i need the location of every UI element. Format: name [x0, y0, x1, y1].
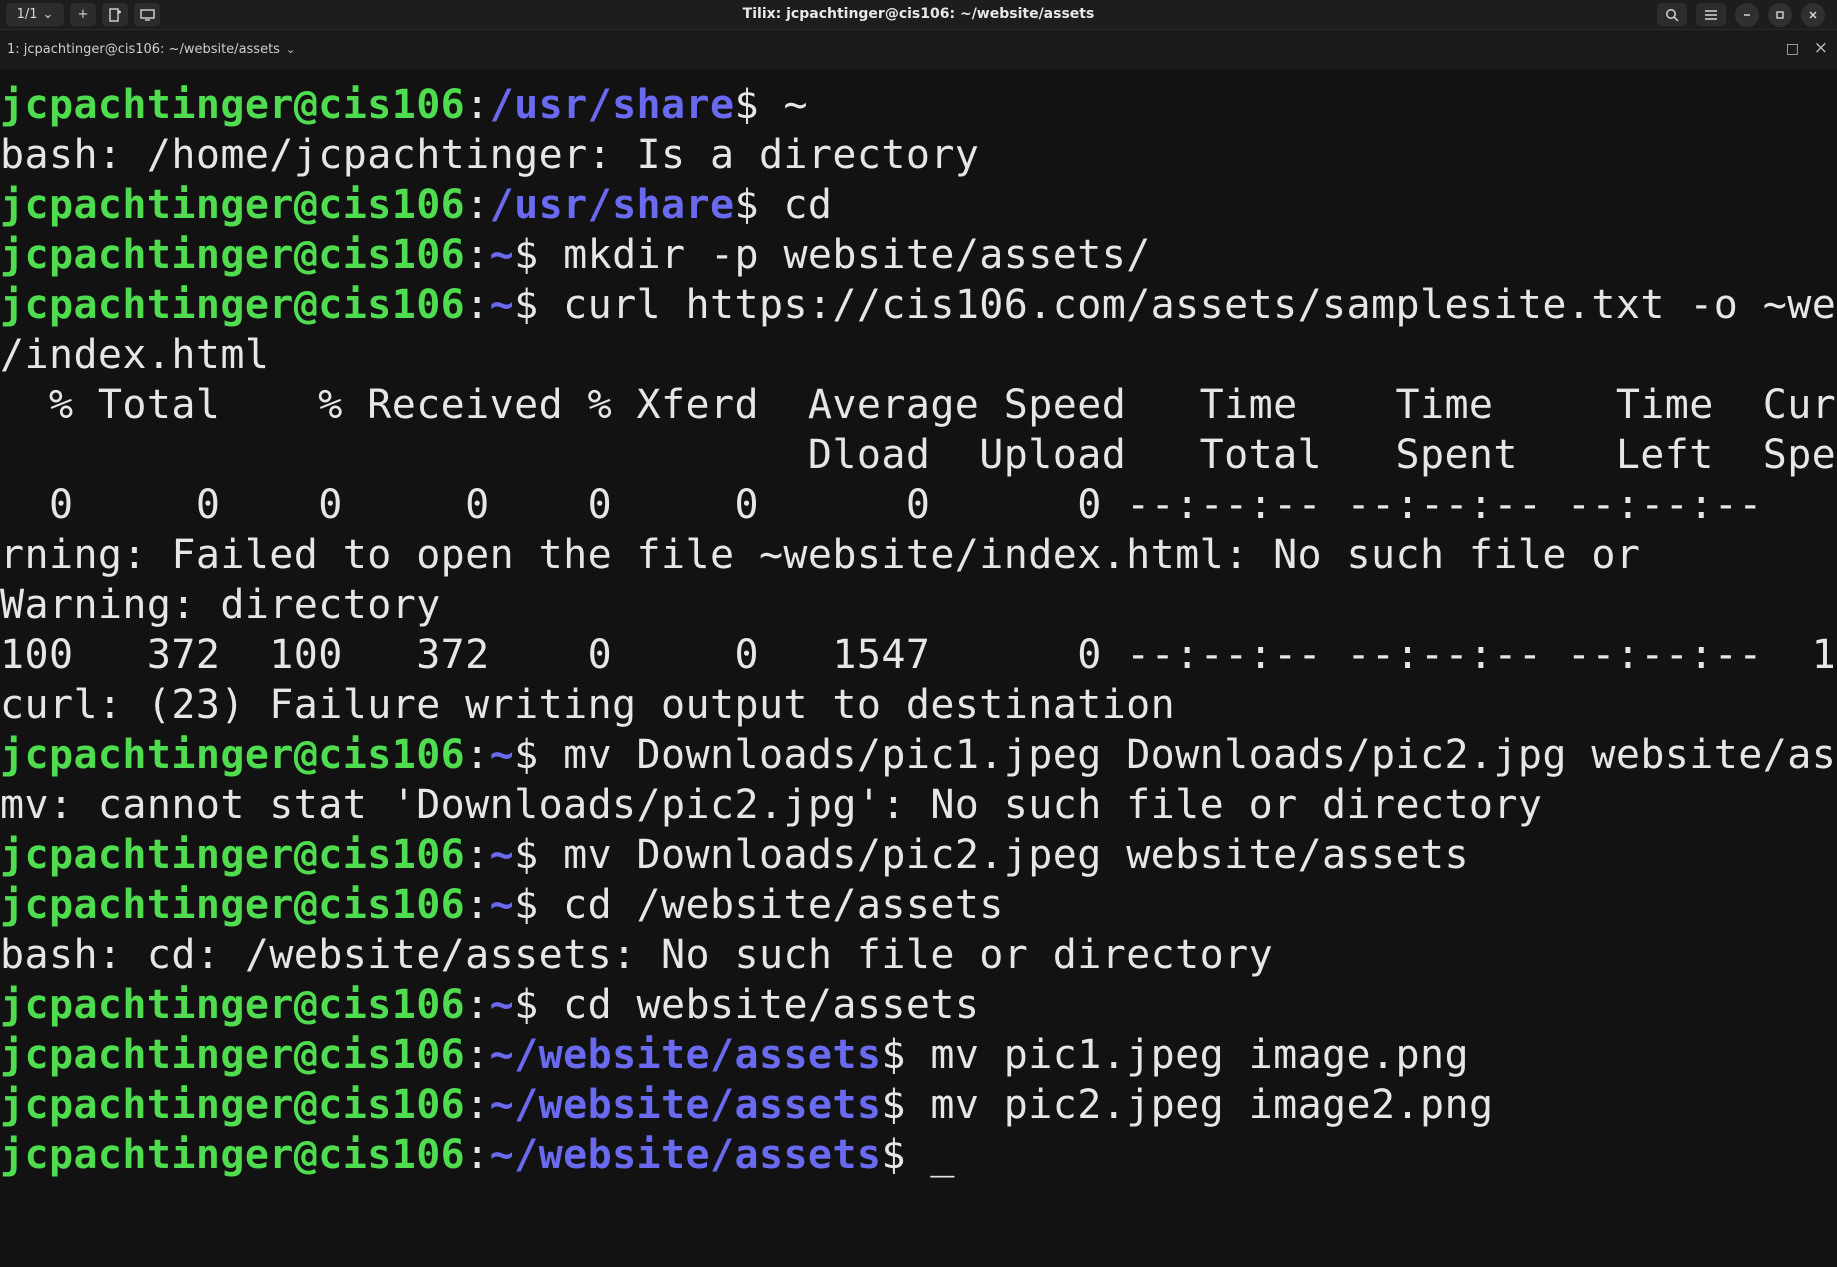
prompt-path: ~/website/assets — [489, 1082, 882, 1128]
output-line: Dload Upload Total Spent Left Speed — [0, 432, 1837, 478]
prompt-user: jcpachtinger@cis106 — [0, 982, 466, 1028]
output-line: /index.html — [0, 332, 270, 378]
close-icon — [1809, 10, 1817, 19]
terminal-close-button[interactable]: × — [1814, 38, 1828, 58]
maximize-button[interactable] — [1768, 2, 1792, 27]
command-text — [906, 1132, 930, 1178]
terminal-header: 1: jcpachtinger@cis106: ~/website/assets… — [0, 30, 1837, 70]
prompt-user: jcpachtinger@cis106 — [0, 1132, 466, 1178]
prompt-symbol: $ — [881, 1132, 906, 1178]
titlebar-right-controls — [1657, 2, 1825, 27]
terminal-output[interactable]: jcpachtinger@cis106:/usr/share$ ~ bash: /… — [0, 80, 1837, 1267]
chevron-down-icon: ⌄ — [285, 43, 296, 56]
prompt-user: jcpachtinger@cis106 — [0, 282, 466, 328]
prompt-user: jcpachtinger@cis106 — [0, 82, 466, 128]
terminal-maximize-button[interactable]: □ — [1786, 41, 1799, 57]
terminal-title-dropdown[interactable]: 1: jcpachtinger@cis106: ~/website/assets… — [7, 30, 295, 70]
prompt-line: jcpachtinger@cis106:~/website/assets$ _ — [0, 1130, 1837, 1180]
prompt-user: jcpachtinger@cis106 — [0, 832, 466, 878]
command-text: cd — [758, 182, 833, 228]
command-text: mv pic2.jpeg image2.png — [905, 1082, 1494, 1128]
minimize-button[interactable] — [1735, 2, 1759, 27]
command-text: cd website/assets — [538, 982, 980, 1028]
prompt-line: jcpachtinger@cis106:~$ cd website/assets — [0, 980, 1837, 1030]
prompt-path: /usr/share — [489, 182, 735, 228]
prompt-path: ~ — [489, 282, 515, 328]
prompt-symbol: $ — [514, 282, 539, 328]
prompt-line: jcpachtinger@cis106:/usr/share$ ~ — [0, 80, 1837, 130]
prompt-symbol: $ — [734, 82, 759, 128]
output-line: bash: cd: /website/assets: No such file … — [0, 932, 1274, 978]
output-line: Warning: directory — [0, 582, 441, 628]
prompt-path: ~ — [489, 732, 515, 778]
prompt-path: ~/website/assets — [489, 1132, 882, 1178]
maximize-icon — [1776, 10, 1784, 19]
prompt-separator: : — [465, 832, 490, 878]
prompt-user: jcpachtinger@cis106 — [0, 1082, 466, 1128]
output-line: % Total % Received % Xferd Average Speed… — [0, 382, 1837, 428]
command-text: mv pic1.jpeg image.png — [905, 1032, 1469, 1078]
prompt-symbol: $ — [514, 732, 539, 778]
prompt-symbol: $ — [881, 1082, 906, 1128]
prompt-user: jcpachtinger@cis106 — [0, 1032, 466, 1078]
prompt-path: ~/website/assets — [489, 1032, 882, 1078]
prompt-separator: : — [465, 1132, 490, 1178]
prompt-path: ~ — [489, 832, 515, 878]
prompt-user: jcpachtinger@cis106 — [0, 232, 466, 278]
output-line: mv: cannot stat 'Downloads/pic2.jpg': No… — [0, 782, 1543, 828]
prompt-line: jcpachtinger@cis106:~$ mkdir -p website/… — [0, 230, 1837, 280]
prompt-separator: : — [465, 732, 490, 778]
hamburger-menu-icon — [1705, 9, 1717, 20]
window-titlebar: 1/1 ⌄ + Tilix: jcpachtinger@cis106: ~/we… — [0, 0, 1837, 30]
prompt-symbol: $ — [514, 982, 539, 1028]
command-text: mkdir -p website/assets/ — [538, 232, 1151, 278]
close-window-button[interactable] — [1801, 2, 1825, 27]
prompt-path: ~ — [489, 882, 515, 928]
prompt-line: jcpachtinger@cis106:~$ cd /website/asset… — [0, 880, 1837, 930]
prompt-path: /usr/share — [489, 82, 735, 128]
output-line: rning: Failed to open the file ~website/… — [0, 532, 1641, 578]
prompt-symbol: $ — [514, 832, 539, 878]
prompt-separator: : — [465, 182, 490, 228]
prompt-separator: : — [465, 982, 490, 1028]
prompt-symbol: $ — [734, 182, 759, 228]
prompt-symbol: $ — [514, 232, 539, 278]
prompt-separator: : — [465, 282, 490, 328]
command-text: cd /website/assets — [538, 882, 1004, 928]
prompt-line: jcpachtinger@cis106:~/website/assets$ mv… — [0, 1030, 1837, 1080]
prompt-path: ~ — [489, 982, 515, 1028]
prompt-separator: : — [465, 1082, 490, 1128]
prompt-line: jcpachtinger@cis106:~/website/assets$ mv… — [0, 1080, 1837, 1130]
minimize-icon — [1744, 13, 1750, 16]
output-line: 0 0 0 0 0 0 0 0 --:--:-- --:--:-- --:--:… — [0, 482, 1837, 528]
command-text: mv Downloads/pic1.jpeg Downloads/pic2.jp… — [538, 732, 1837, 778]
prompt-separator: : — [465, 882, 490, 928]
prompt-separator: : — [465, 82, 490, 128]
prompt-line: jcpachtinger@cis106:/usr/share$ cd — [0, 180, 1837, 230]
terminal-title: 1: jcpachtinger@cis106: ~/website/assets — [7, 42, 280, 57]
window-title: Tilix: jcpachtinger@cis106: ~/website/as… — [742, 6, 1095, 22]
prompt-line: jcpachtinger@cis106:~$ curl https://cis1… — [0, 280, 1837, 330]
output-line: curl: (23) Failure writing output to des… — [0, 682, 1176, 728]
prompt-separator: : — [465, 232, 490, 278]
prompt-user: jcpachtinger@cis106 — [0, 182, 466, 228]
prompt-user: jcpachtinger@cis106 — [0, 882, 466, 928]
prompt-line: jcpachtinger@cis106:~$ mv Downloads/pic1… — [0, 730, 1837, 780]
output-line: bash: /home/jcpachtinger: Is a directory — [0, 132, 980, 178]
output-line: 100 372 100 372 0 0 1547 0 --:--:-- --:-… — [0, 632, 1837, 678]
prompt-symbol: $ — [881, 1032, 906, 1078]
prompt-separator: : — [465, 1032, 490, 1078]
prompt-symbol: $ — [514, 882, 539, 928]
search-icon — [1666, 8, 1679, 22]
text-cursor: _ — [930, 1132, 955, 1178]
command-text: ~ — [758, 82, 808, 128]
command-text: curl https://cis106.com/assets/samplesit… — [538, 282, 1837, 328]
menu-button[interactable] — [1696, 3, 1726, 26]
prompt-path: ~ — [489, 232, 515, 278]
prompt-line: jcpachtinger@cis106:~$ mv Downloads/pic2… — [0, 830, 1837, 880]
search-button[interactable] — [1657, 3, 1687, 26]
prompt-user: jcpachtinger@cis106 — [0, 732, 466, 778]
command-text: mv Downloads/pic2.jpeg website/assets — [538, 832, 1469, 878]
